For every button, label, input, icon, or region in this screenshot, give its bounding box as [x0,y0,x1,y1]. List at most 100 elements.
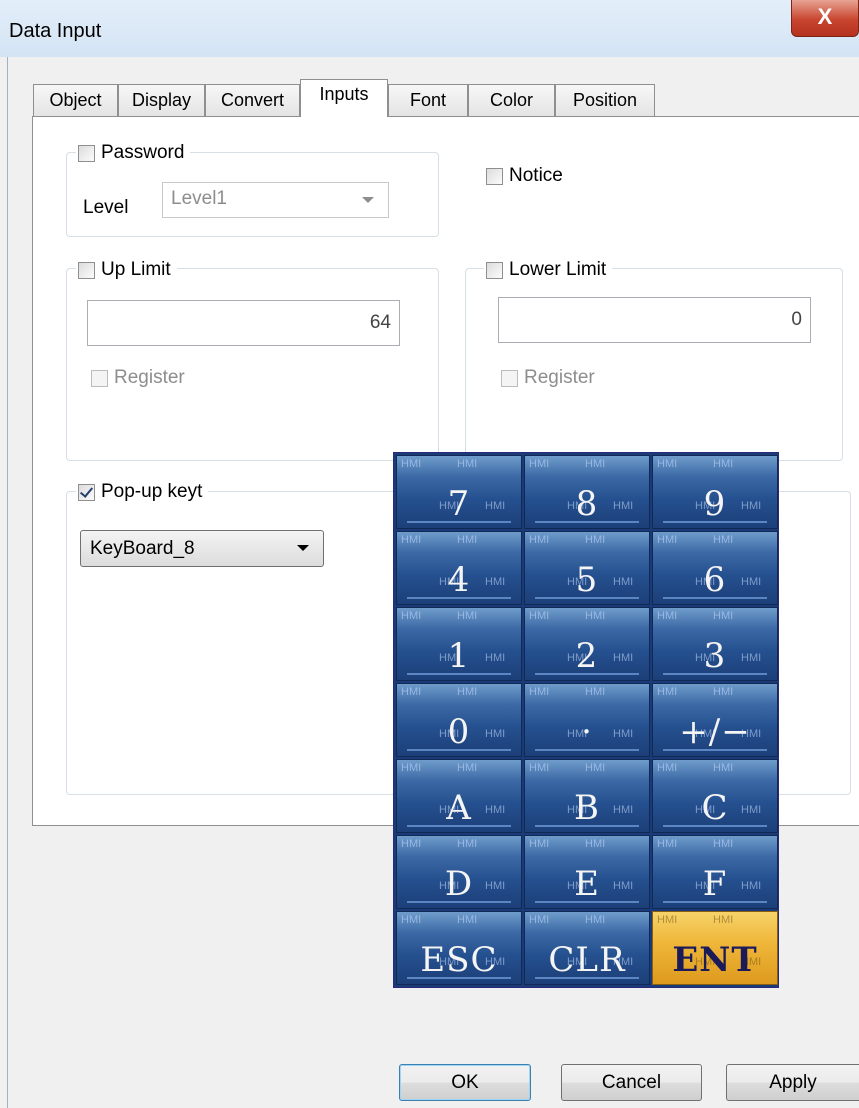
lower-limit-label: Lower Limit [509,259,607,280]
key-watermark: HMI [529,610,550,622]
ok-label: OK [451,1072,479,1093]
key-17: HMI HMI HMI HMI F [652,835,778,909]
key-watermark: HMI [713,838,734,850]
key-watermark: HMI [457,610,478,622]
lower-limit-checkbox-box[interactable] [486,261,503,279]
key-watermark: HMI [585,534,606,546]
key-watermark: HMI [657,610,678,622]
key-watermark: HMI [585,838,606,850]
cancel-button[interactable]: Cancel [561,1064,702,1101]
tab-object[interactable]: Object [33,84,118,116]
key-watermark: HMI [713,610,734,622]
password-label: Password [101,142,185,163]
key-watermark: HMI [657,762,678,774]
tab-convert[interactable]: Convert [205,84,300,116]
popup-keyboard-checkbox[interactable]: Pop-up keyt [76,481,209,503]
data-input-dialog: Data Input X Object Display Convert Inpu… [0,0,859,1108]
key-label: A [446,788,472,828]
key-watermark: HMI [529,534,550,546]
key-0: HMI HMI HMI HMI 7 [396,455,522,529]
lower-limit-input[interactable]: 0 [498,297,811,343]
up-limit-label: Up Limit [101,259,171,280]
tab-label: Convert [220,90,285,110]
key-watermark: HMI [585,610,606,622]
popup-keyboard-checkbox-box[interactable] [78,483,95,501]
keyboard-select-value: KeyBoard_8 [90,538,195,559]
key-label: E [574,864,600,904]
key-16: HMI HMI HMI HMI E [524,835,650,909]
key-label: 5 [575,560,599,600]
tab-color[interactable]: Color [468,84,555,116]
close-icon: X [817,4,833,29]
notice-label: Notice [509,165,563,186]
key-watermark: HMI [457,914,478,926]
key-2: HMI HMI HMI HMI 9 [652,455,778,529]
key-watermark: HMI [529,838,550,850]
key-watermark: HMI [585,458,606,470]
tab-font[interactable]: Font [388,84,468,116]
key-label: 1 [447,636,471,676]
up-limit-register-box[interactable] [91,369,108,387]
up-limit-checkbox[interactable]: Up Limit [76,259,177,281]
up-limit-register-label: Register [114,367,185,388]
ok-button[interactable]: OK [399,1064,531,1101]
up-limit-input[interactable]: 64 [87,300,400,346]
key-watermark: HMI [529,458,550,470]
key-label: 8 [575,484,599,524]
key-3: HMI HMI HMI HMI 4 [396,531,522,605]
up-limit-group [66,268,439,461]
notice-checkbox-box[interactable] [486,167,503,185]
key-watermark: HMI [529,686,550,698]
dialog-title: Data Input [9,20,102,42]
keyboard-select[interactable]: KeyBoard_8 [80,530,324,567]
lower-limit-checkbox[interactable]: Lower Limit [484,259,613,281]
level-select[interactable]: Level1 [162,182,389,218]
key-label: C [701,788,729,828]
cancel-label: Cancel [601,1072,662,1093]
password-checkbox-box[interactable] [78,144,95,162]
lower-limit-register-box[interactable] [501,369,518,387]
key-watermark: HMI [585,762,606,774]
key-watermark: HMI [713,762,734,774]
password-checkbox[interactable]: Password [76,142,191,164]
key-label: D [444,864,474,904]
key-label: F [702,864,728,904]
key-watermark: HMI [713,914,734,926]
lower-limit-value: 0 [791,309,802,330]
key-watermark: HMI [401,458,422,470]
tab-position[interactable]: Position [555,84,655,116]
up-limit-register-checkbox[interactable]: Register [89,367,191,389]
tab-label: Object [49,90,102,110]
close-button[interactable]: X [791,0,859,37]
key-watermark: HMI [457,762,478,774]
key-6: HMI HMI HMI HMI 1 [396,607,522,681]
key-label: 3 [703,636,727,676]
key-4: HMI HMI HMI HMI 5 [524,531,650,605]
key-watermark: HMI [657,914,678,926]
key-watermark: HMI [529,914,550,926]
key-label: ENT [672,940,758,980]
key-label: · [581,712,593,752]
notice-checkbox[interactable]: Notice [484,165,569,187]
tab-display[interactable]: Display [118,84,205,116]
key-watermark: HMI [713,534,734,546]
key-label: 9 [703,484,727,524]
key-watermark: HMI [713,686,734,698]
apply-label: Apply [769,1072,817,1093]
up-limit-checkbox-box[interactable] [78,261,95,279]
lower-limit-register-checkbox[interactable]: Register [499,367,601,389]
key-label: CLR [548,940,626,980]
key-watermark: HMI [657,458,678,470]
key-watermark: HMI [457,534,478,546]
tab-label: Display [131,90,192,110]
key-19: HMI HMI HMI HMI CLR [524,911,650,985]
key-8: HMI HMI HMI HMI 3 [652,607,778,681]
tab-inputs[interactable]: Inputs [300,79,388,117]
key-watermark: HMI [401,914,422,926]
key-label: B [574,788,600,828]
key-label: +/− [679,712,751,752]
key-10: HMI HMI HMI HMI · [524,683,650,757]
apply-button[interactable]: Apply [726,1064,859,1101]
tab-label: Font [409,90,447,110]
key-watermark: HMI [713,458,734,470]
